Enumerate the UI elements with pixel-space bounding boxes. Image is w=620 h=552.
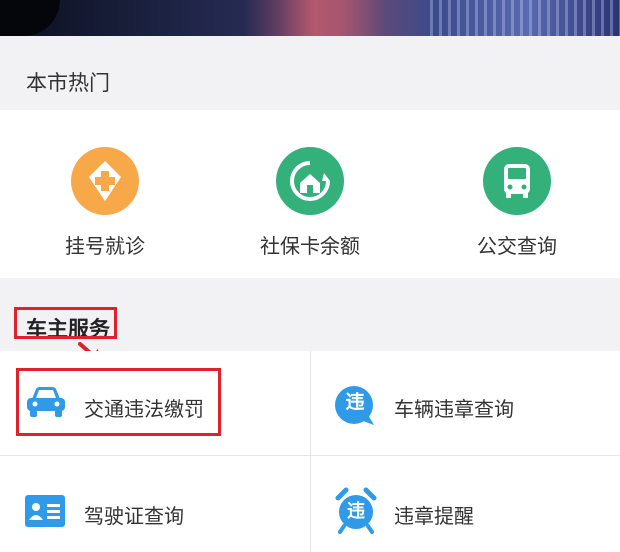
hot-item-label: 挂号就诊	[65, 234, 145, 258]
top-banner-image[interactable]	[0, 0, 620, 36]
bus-icon	[483, 147, 551, 215]
hot-item-label: 公交查询	[477, 234, 557, 258]
service-label: 违章提醒	[394, 504, 474, 528]
grid-divider-horizontal	[0, 455, 620, 456]
service-label: 驾驶证查询	[84, 504, 184, 528]
highlight-box-title	[14, 307, 117, 339]
service-violation-query[interactable]: 违 车辆违章查询	[310, 351, 620, 451]
hot-item-social-card[interactable]: 社保卡余额	[240, 110, 380, 278]
service-label: 车辆违章查询	[394, 397, 514, 421]
highlight-box-traffic-fine	[16, 368, 221, 436]
service-license-query[interactable]: 驾驶证查询	[0, 456, 310, 552]
id-card-icon	[25, 495, 65, 527]
home-refresh-icon	[276, 147, 344, 215]
banner-light-stripes	[430, 0, 620, 36]
banner-dark-corner	[0, 0, 60, 36]
hot-item-registration[interactable]: 挂号就诊	[35, 110, 175, 278]
hot-section-header: 本市热门	[0, 36, 620, 110]
hot-section-title: 本市热门	[26, 71, 110, 95]
hot-item-label: 社保卡余额	[260, 234, 360, 258]
service-violation-reminder[interactable]: 违 违章提醒	[310, 456, 620, 552]
medical-plus-icon	[71, 147, 139, 215]
violation-glyph: 违	[345, 391, 365, 413]
reminder-glyph: 违	[347, 501, 365, 522]
hot-item-bus[interactable]: 公交查询	[447, 110, 587, 278]
grid-divider-vertical	[310, 351, 311, 552]
banner-light-glow	[245, 0, 385, 36]
hot-services-panel: 挂号就诊 社保卡余额 公交查询	[0, 110, 620, 278]
